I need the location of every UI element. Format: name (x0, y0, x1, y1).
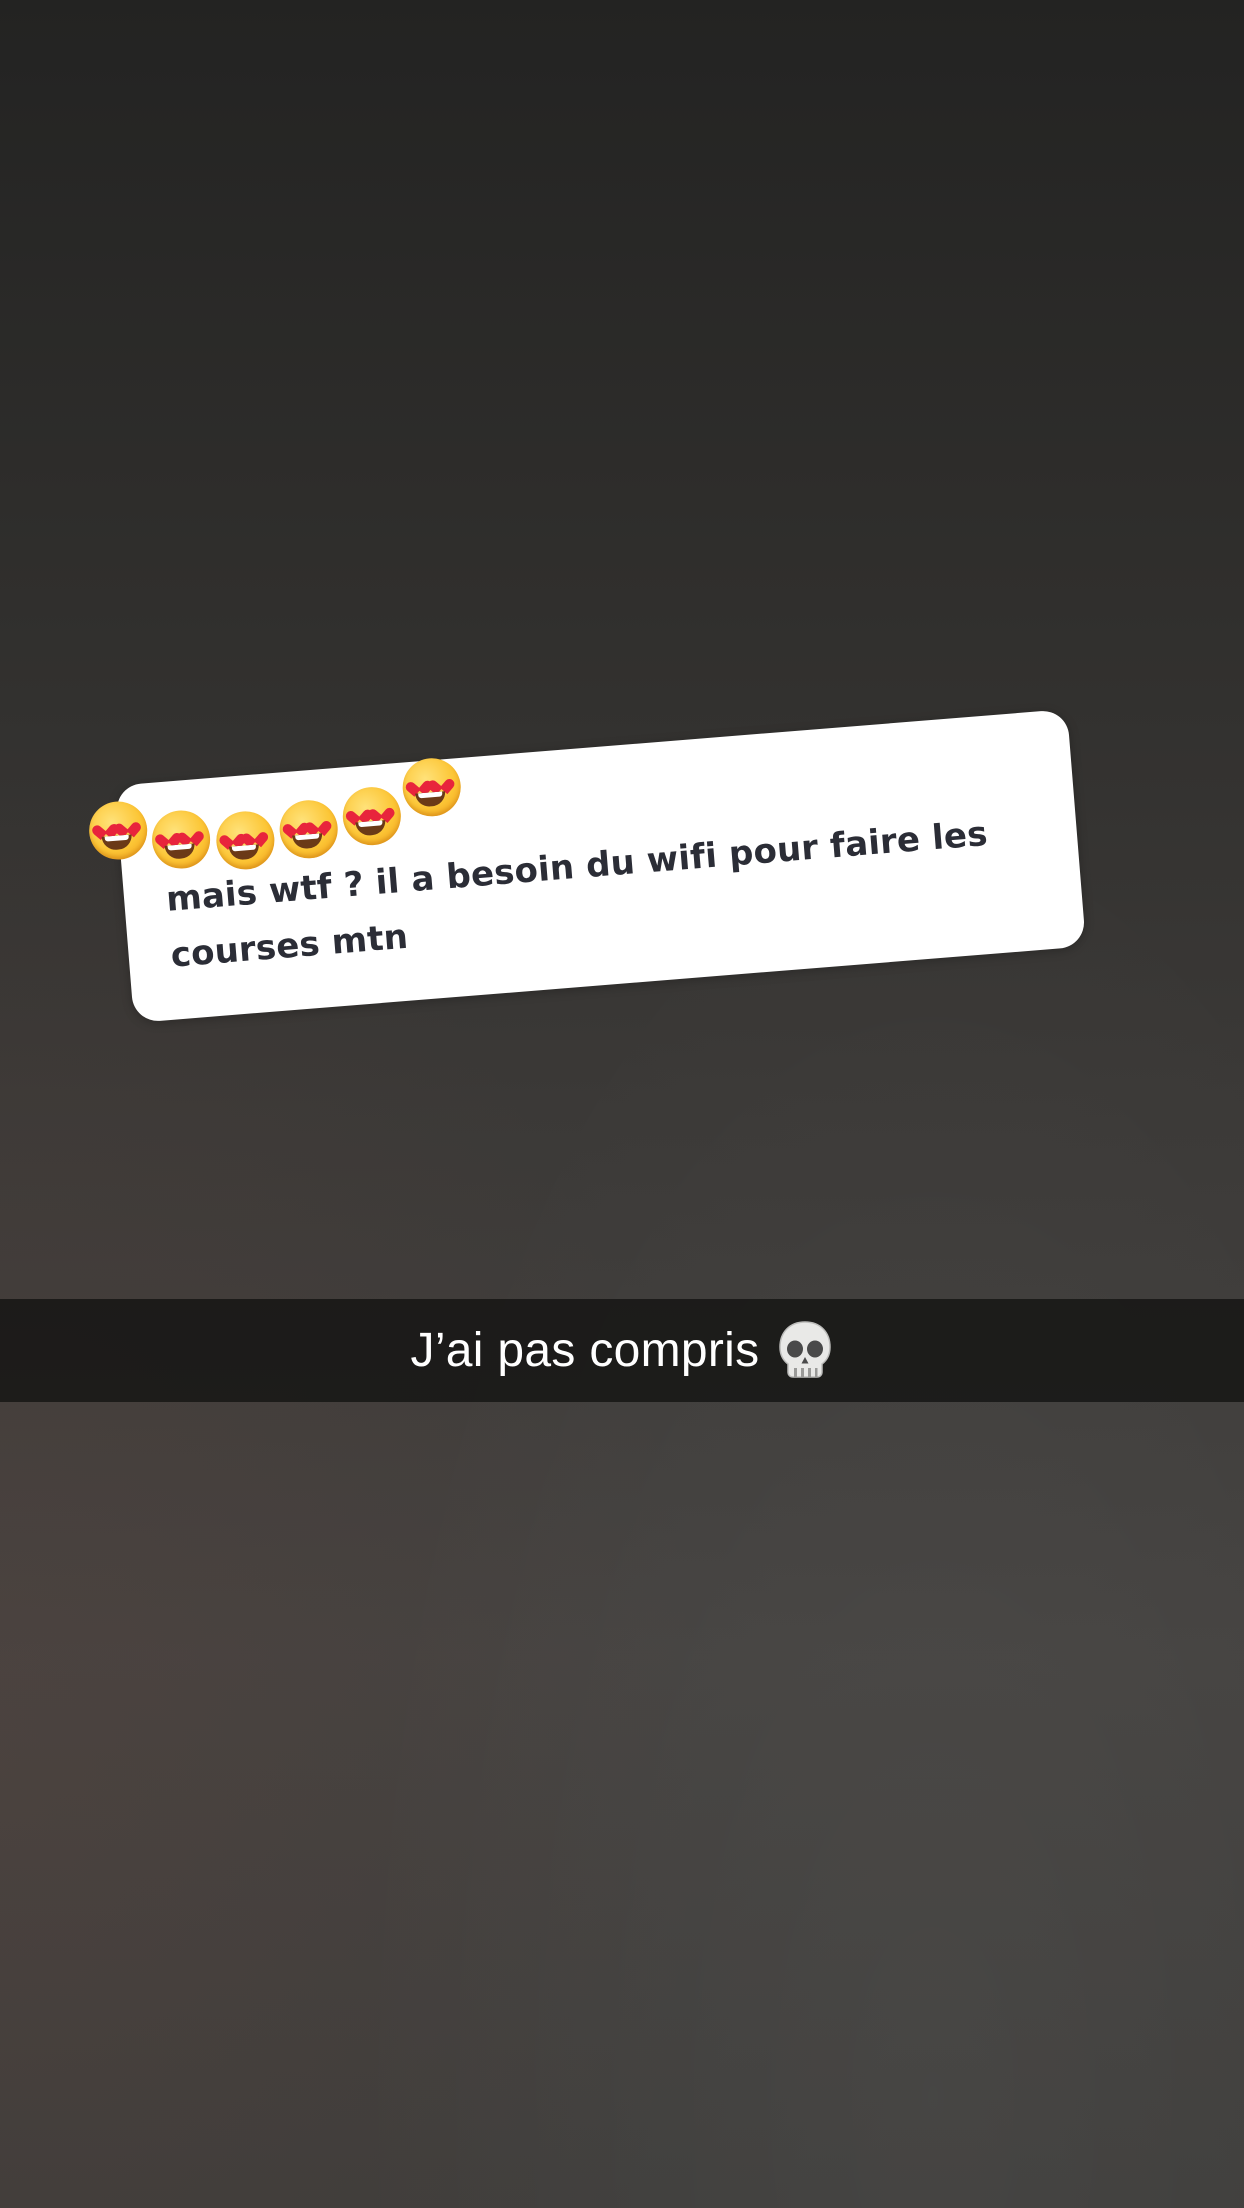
story-canvas[interactable]: mais wtf ? il a besoin du wifi pour fair… (0, 0, 1244, 2208)
heart-eyes-icon (398, 754, 465, 821)
caption-bar[interactable]: J’ai pas compris (0, 1299, 1244, 1402)
skull-icon (777, 1320, 833, 1382)
heart-eyes-icon (275, 796, 342, 863)
caption: J’ai pas compris (411, 1320, 834, 1382)
heart-eyes-icon (148, 806, 215, 873)
caption-text: J’ai pas compris (410, 1324, 760, 1377)
heart-eyes-icon (212, 807, 279, 874)
heart-eyes-icon (85, 797, 152, 864)
heart-eyes-icon (338, 783, 405, 850)
